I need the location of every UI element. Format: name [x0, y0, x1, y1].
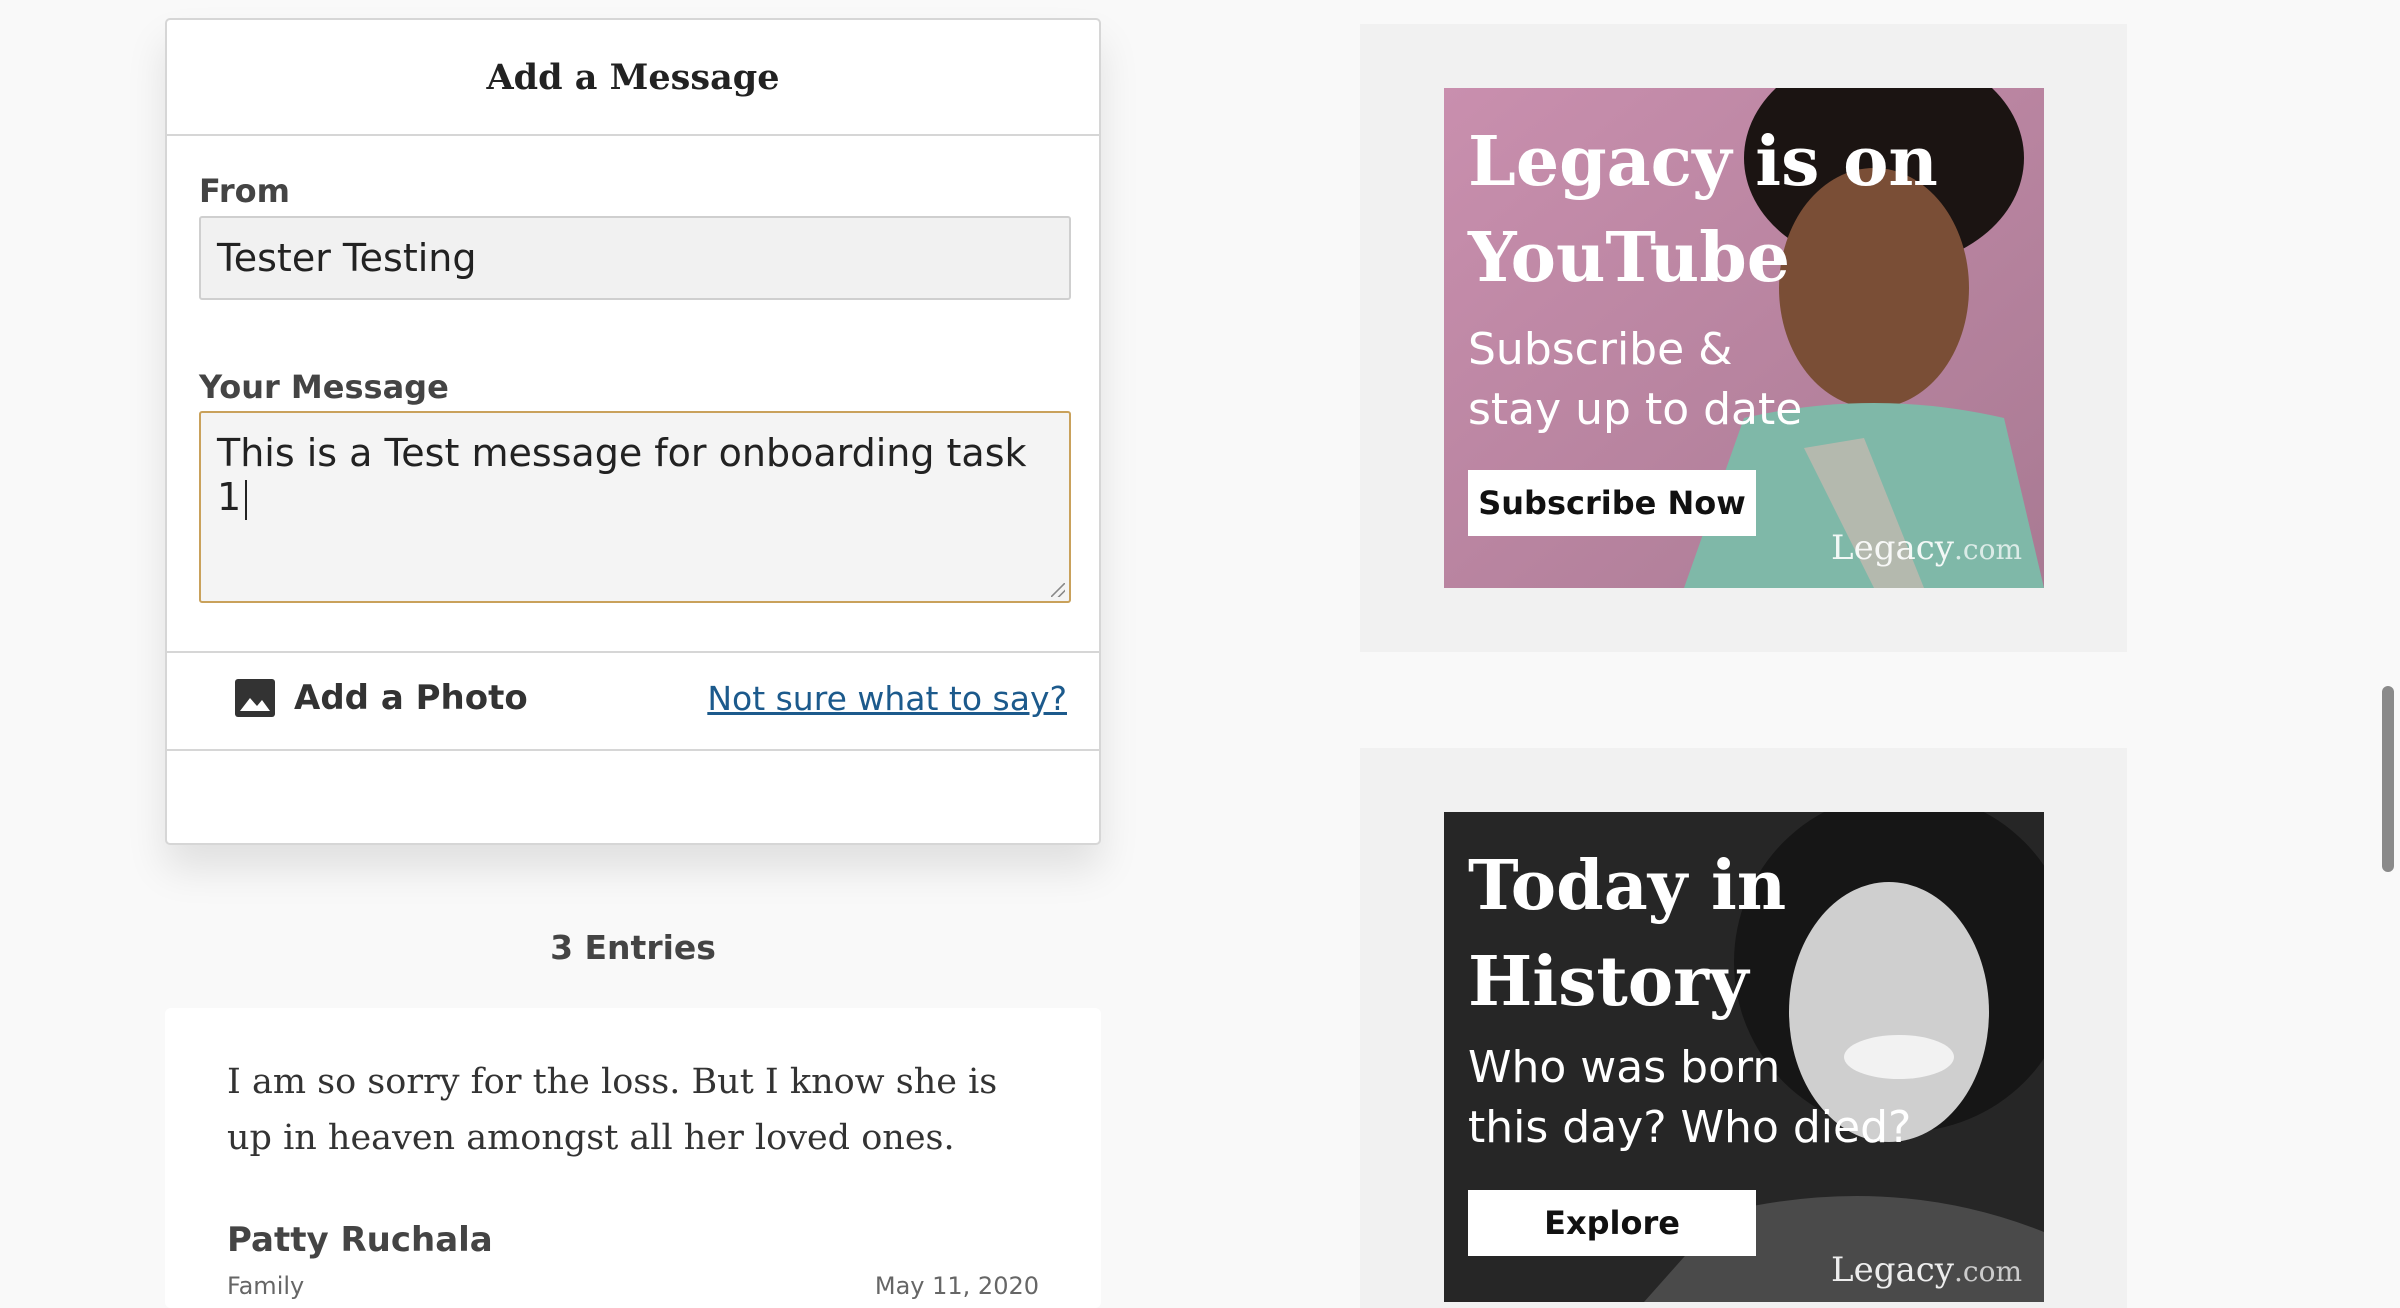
ad-headline-line: History — [1468, 942, 1749, 1022]
divider — [167, 651, 1099, 653]
message-textarea-value: This is a Test message for onboarding ta… — [217, 431, 1027, 519]
entry-relation: Family — [227, 1272, 305, 1300]
logo-name: Legacy — [1831, 1250, 1954, 1290]
from-field-value: Tester Testing — [217, 236, 477, 280]
legacy-logo: Legacy.com — [1831, 1250, 2022, 1290]
page-scrollbar[interactable] — [2382, 686, 2394, 872]
explore-button[interactable]: Explore — [1468, 1190, 1756, 1256]
text-cursor — [245, 479, 248, 520]
guestbook-entry: I am so sorry for the loss. But I know s… — [165, 1008, 1101, 1308]
entry-date: May 11, 2020 — [874, 1272, 1039, 1300]
resize-handle-icon[interactable] — [1051, 583, 1065, 597]
add-message-form: Add a Message From Tester Testing Your M… — [165, 18, 1101, 845]
entries-count: 3 Entries — [550, 928, 716, 967]
not-sure-what-to-say-link[interactable]: Not sure what to say? — [707, 679, 1067, 718]
ad-container-history: Today in History Who was born this day? … — [1360, 748, 2127, 1308]
youtube-ad[interactable]: Legacy is on YouTube Subscribe & stay up… — [1444, 88, 2044, 588]
logo-domain: .com — [1954, 1255, 2022, 1288]
ad-headline-line: YouTube — [1468, 218, 1791, 298]
add-photo-button[interactable]: Add a Photo — [234, 678, 528, 718]
legacy-logo: Legacy.com — [1831, 528, 2022, 568]
ad-headline: Today in History — [1468, 838, 2028, 1030]
from-field[interactable]: Tester Testing — [199, 216, 1071, 300]
ad-subtext-line: stay up to date — [1468, 384, 1803, 435]
ad-subtext: Subscribe & stay up to date — [1468, 320, 1802, 440]
add-photo-label: Add a Photo — [294, 678, 528, 718]
subscribe-now-button[interactable]: Subscribe Now — [1468, 470, 1756, 536]
ad-subtext: Who was born this day? Who died? — [1468, 1038, 1911, 1158]
entry-author: Patty Ruchala — [227, 1220, 493, 1260]
logo-domain: .com — [1954, 533, 2022, 566]
image-icon — [235, 679, 275, 717]
ad-subtext-line: Subscribe & — [1468, 324, 1733, 375]
logo-name: Legacy — [1831, 528, 1954, 568]
divider — [167, 749, 1099, 751]
from-label: From — [199, 172, 290, 210]
message-label: Your Message — [199, 368, 449, 406]
ad-container-youtube: Legacy is on YouTube Subscribe & stay up… — [1360, 24, 2127, 652]
message-textarea[interactable]: This is a Test message for onboarding ta… — [199, 411, 1071, 603]
ad-subtext-line: this day? Who died? — [1468, 1102, 1912, 1153]
form-title: Add a Message — [167, 20, 1099, 136]
ad-headline: Legacy is on YouTube — [1468, 114, 2028, 306]
ad-headline-line: Legacy is on — [1468, 122, 1938, 202]
entry-message: I am so sorry for the loss. But I know s… — [227, 1062, 998, 1158]
ad-headline-line: Today in — [1468, 846, 1787, 926]
ad-subtext-line: Who was born — [1468, 1042, 1781, 1093]
today-in-history-ad[interactable]: Today in History Who was born this day? … — [1444, 812, 2044, 1302]
